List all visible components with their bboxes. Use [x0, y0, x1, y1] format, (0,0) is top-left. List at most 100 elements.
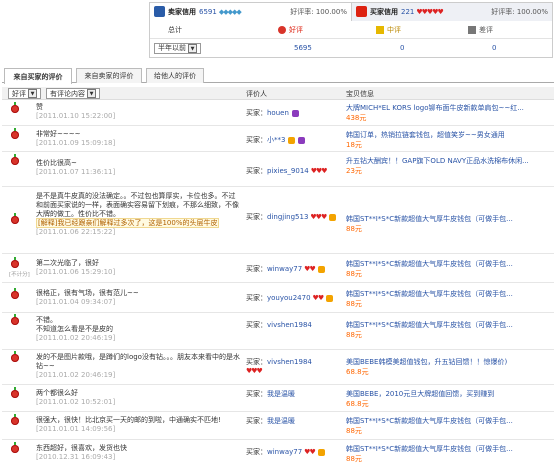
buyer-name-link[interactable]: 我是温暖 [267, 389, 295, 399]
good-rating-icon [11, 288, 19, 299]
comment: 很强大，很快！比北京买一天的邮的到啦，中通确实不匹地! [2011.01.01 1… [36, 416, 221, 433]
chevron-down-icon: ▼ [87, 89, 96, 98]
good-count[interactable]: 5695 [294, 39, 312, 57]
seller-credit-score: 6591 [199, 7, 217, 16]
item-link[interactable]: 韩国ST**I*S*C新款超值大气厚牛皮钱包（可做手包... [346, 321, 513, 329]
period-select[interactable]: 半年以前 ▼ [154, 39, 201, 57]
good-rating-icon [11, 102, 19, 113]
buyer-name-link[interactable]: 我是温暖 [267, 416, 295, 426]
tab-from-sellers[interactable]: 来自卖家的评价 [76, 68, 142, 83]
col-buyer-header: 评价人 [246, 89, 267, 98]
buyer-rate: 好评率: 100.00% [491, 7, 548, 16]
comment: 不错。 不知道怎么看是不是皮的 [2011.01.02 20:46:19] [36, 316, 116, 342]
heart-level-icon: ♥♥ [312, 294, 325, 302]
buyer-name-link[interactable]: winway77 [267, 448, 302, 456]
table-row: 两个都很么好 [2011.01.02 10:52:01] 买家： 我是温暖 美国BE… [2, 386, 554, 412]
buyer-name-link[interactable]: vivshen1984 [267, 358, 312, 366]
no-score-label: [不计分] [9, 272, 30, 278]
buyer-info: 买家： dingjing513 ♥♥♥ [246, 212, 342, 222]
good-rating-icon [11, 351, 19, 362]
table-row: [不计分] 第二次光临了，很好 [2011.01.06 15:29:10] 买家：… [2, 255, 554, 283]
table-row: 非常好~~~~ [2011.01.09 15:09:18] 买家： 小**3 韩国订… [2, 127, 554, 152]
buyer-info: 买家： 我是温暖 [246, 389, 295, 399]
content-filter-select[interactable]: 有评论内容 ▼ [46, 88, 100, 99]
heart-level-icon: ♥♥ [304, 265, 316, 273]
comment: 东西超好，很喜欢，发货也快 [2010.12.31 16:09:43] [36, 444, 127, 461]
buyer-info: 买家： vivshen1984 ♥♥♥ [246, 357, 342, 375]
item-info: 美国BEBE韩模美超值钱包，升五钻回馈！！惊爆价) 68.8元 [346, 358, 508, 376]
item-link[interactable]: 韩国ST**I*S*C新款超值大气厚牛皮钱包（可做手包... [346, 260, 513, 268]
item-info: 韩国ST**I*S*C新款超值大气厚牛皮钱包（可做手包... 88元 [346, 260, 513, 278]
seller-credit-tab[interactable]: 卖家信用 6591 ◆◆◆◆◆ 好评率: 100.00% [150, 2, 351, 21]
buyer-credit-score: 221 [401, 7, 415, 16]
item-info: 韩国ST**I*S*C新款超值大气厚牛皮钱包（可做手包... 88元 [346, 417, 513, 435]
comment: 是不是真牛皮真的没法确定。。不过包也算厚实，卡位也多。不过和前面买家说的一样，表… [36, 192, 239, 236]
good-rating-icon [11, 314, 19, 325]
buyer-name-link[interactable]: pixies_9014 [267, 167, 309, 175]
good-rating-icon [11, 414, 19, 425]
seller-credit-icon [154, 6, 165, 17]
item-info: 升五钻大酬宾！！GAP旗下OLD NAVY正品水洗棉布休闲... 23元 [346, 157, 529, 175]
comment: 性价比很高~ [2011.01.07 11:36:11] [36, 159, 116, 176]
table-row: 赞 [2011.01.10 15:22:00] 买家： houen 大牌MICH*E… [2, 101, 554, 126]
tab-given-to-others[interactable]: 给他人的评价 [146, 68, 204, 83]
credit-panel: 卖家信用 6591 ◆◆◆◆◆ 好评率: 100.00% 买家信用 221 ♥♥… [149, 2, 553, 58]
buyer-info: 买家： pixies_9014 ♥♥♥ [246, 167, 328, 175]
item-info: 韩国订单，热销拉链套钱包，超值笑岁~~男女通用 18元 [346, 131, 505, 149]
buyer-name-link[interactable]: youyou2470 [267, 294, 311, 302]
good-icon: 好评 [278, 21, 303, 39]
buyer-credit-tab[interactable]: 买家信用 221 ♥♥♥♥♥ 好评率: 100.00% [351, 2, 552, 21]
buyer-name-link[interactable]: 小**3 [267, 135, 285, 145]
chevron-down-icon: ▼ [28, 89, 37, 98]
buyer-name-link[interactable]: houen [267, 109, 289, 117]
vip-badge-icon [317, 448, 325, 456]
table-row: 性价比很高~ [2011.01.07 11:36:11] 买家： pixies_90… [2, 153, 554, 187]
item-info: 美国BEBE，2010元旦大牌超值回馈，买到赚到 68.8元 [346, 390, 495, 408]
credit-type-row: 总计 好评 中评 差评 [150, 21, 552, 39]
mid-count: 0 [400, 44, 405, 52]
buyer-name-link[interactable]: vivshen1984 [267, 321, 312, 329]
vip-badge-icon [291, 109, 299, 117]
item-link[interactable]: 大牌MICH*EL KORS logo铆布面牛皮新款单肩包~~红... [346, 104, 524, 112]
vip-badge-icon [317, 265, 325, 273]
tab-from-buyers[interactable]: 来自买家的评价 [4, 68, 72, 84]
vip-badge-icon [326, 294, 334, 302]
table-row: 很强大，很快！比北京买一天的邮的到啦，中通确实不匹地! [2011.01.01 1… [2, 413, 554, 440]
credit-header-row: 卖家信用 6591 ◆◆◆◆◆ 好评率: 100.00% 买家信用 221 ♥♥… [150, 2, 552, 21]
seller-reply: [解释]我已经跟亲们解释过多次了，这是100%的头层牛皮 [36, 218, 220, 228]
item-link[interactable]: 美国BEBE韩模美超值钱包，升五钻回馈！！惊爆价) [346, 358, 507, 366]
item-link[interactable]: 韩国ST**I*S*C新款超值大气厚牛皮钱包（可做手包... [346, 417, 513, 425]
seller-credit-label: 卖家信用 [168, 7, 196, 16]
buyer-info: 买家： youyou2470 ♥♥ [246, 293, 334, 303]
item-link[interactable]: 韩国ST**I*S*C新款超值大气厚牛皮钱包（可做手包... [346, 445, 513, 453]
table-row: 很格正，很有气场，很有范儿~~ [2011.01.04 09:34:07] 买家：… [2, 284, 554, 313]
item-link[interactable]: 韩国订单，热销拉链套钱包，超值笑岁~~男女通用 [346, 131, 505, 139]
table-header: 好评 ▼ 有评论内容 ▼ 评价人 宝贝信息 [2, 87, 554, 100]
good-rating-icon [11, 128, 19, 139]
comment: 两个都很么好 [2011.01.02 10:52:01] [36, 389, 116, 406]
good-rating-icon [11, 154, 19, 165]
buyer-name-link[interactable]: winway77 [267, 265, 302, 273]
buyer-info: 买家： 我是温暖 [246, 416, 295, 426]
bad-count: 0 [492, 44, 497, 52]
buyer-info: 买家： winway77 ♥♥ [246, 447, 325, 457]
heart-level-icon: ♥♥ [304, 448, 316, 456]
item-link[interactable]: 升五钻大酬宾！！GAP旗下OLD NAVY正品水洗棉布休闲... [346, 157, 529, 165]
buyer-name-link[interactable]: dingjing513 [267, 213, 308, 221]
table-row: 发的不是图片款哦，是蹲们的logo没有钻。。。朋友本来看中的是水钻~~ [2011… [2, 351, 554, 385]
total-label: 总计 [168, 26, 182, 34]
item-link[interactable]: 韩国ST**I*S*C新款超值大气厚牛皮钱包（可做手包... [346, 215, 513, 223]
rating-filter-select[interactable]: 好评 ▼ [8, 88, 41, 99]
buyer-credit-label: 买家信用 [370, 7, 398, 16]
good-rating-icon [11, 387, 19, 398]
item-link[interactable]: 美国BEBE，2010元旦大牌超值回馈，买到赚到 [346, 390, 494, 398]
mid-icon: 中评 [376, 21, 401, 39]
review-tabs: 来自买家的评价 来自卖家的评价 给他人的评价 [2, 68, 554, 84]
table-row: 是不是真牛皮真的没法确定。。不过包也算厚实，卡位也多。不过和前面买家说的一样，表… [2, 188, 554, 254]
chevron-down-icon: ▼ [188, 43, 197, 53]
col-item-header: 宝贝信息 [346, 89, 374, 98]
buyer-info: 买家： 小**3 [246, 135, 306, 145]
item-info: 大牌MICH*EL KORS logo铆布面牛皮新款单肩包~~红... 438元 [346, 104, 524, 122]
item-link[interactable]: 韩国ST**I*S*C新款超值大气厚牛皮钱包（可做手包... [346, 290, 513, 298]
table-row: 东西超好，很喜欢，发货也快 [2010.12.31 16:09:43] 买家： wi… [2, 441, 554, 471]
